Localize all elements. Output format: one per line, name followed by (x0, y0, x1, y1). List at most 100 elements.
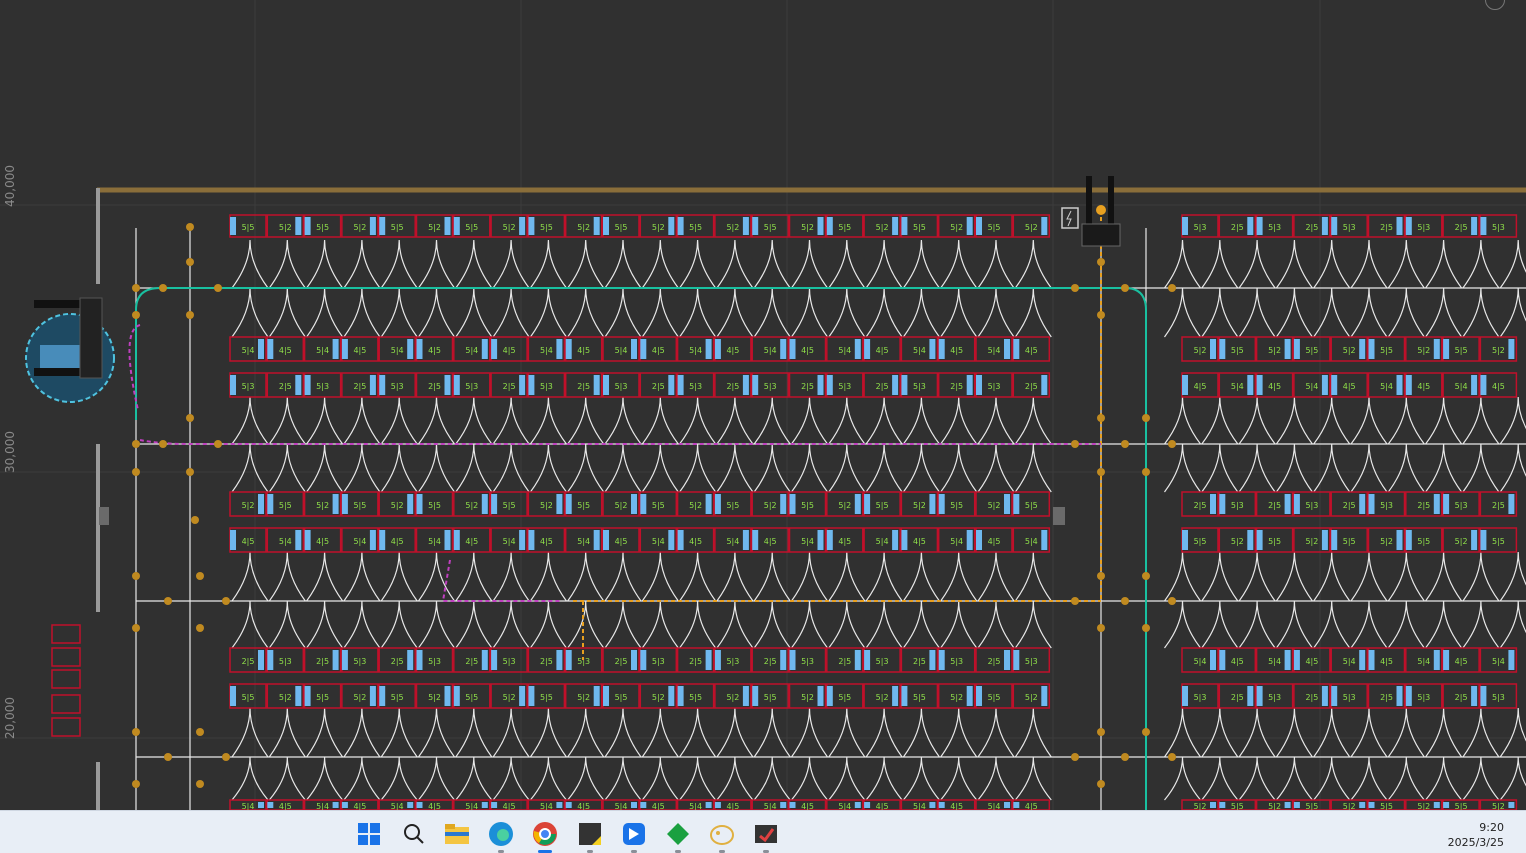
shelf-pallet (1331, 686, 1338, 706)
forklift-robot-top[interactable] (1081, 176, 1121, 247)
shelf-code: 5|2 (279, 693, 292, 702)
shelf-code: 5|2 (1417, 802, 1430, 810)
shelf-pallet (714, 650, 721, 670)
shelf-pallet (603, 217, 609, 235)
lane-branch (828, 396, 866, 445)
file-explorer-icon[interactable] (444, 821, 470, 847)
shelf-pallet (640, 494, 647, 514)
shelf-code: 5|4 (503, 537, 516, 546)
shelf-pallet (1471, 217, 1478, 235)
lane-branch (1462, 600, 1500, 649)
shelf-code: 5|5 (1305, 802, 1318, 810)
path-node (1097, 311, 1105, 319)
system-clock[interactable]: 9:20 2025/3/25 (1448, 820, 1504, 850)
shelf-pallet (304, 375, 311, 395)
lane-branch (529, 756, 567, 801)
shelf-pallet (1396, 530, 1403, 550)
start-icon[interactable] (356, 821, 382, 847)
shelf-code: 4|5 (242, 537, 255, 546)
lane-branch (977, 756, 1015, 801)
lane-branch (231, 551, 269, 602)
lane-branch (753, 707, 791, 758)
shelf-pallet (556, 494, 563, 514)
shelf-pallet (295, 217, 302, 235)
lane-branch (231, 287, 269, 338)
shelf-pallet (714, 802, 721, 808)
lane-branch (604, 707, 642, 758)
route-teal-left (135, 287, 161, 420)
shelf-code: 2|5 (391, 657, 404, 666)
forklift-robot-left[interactable] (25, 297, 115, 403)
shelf-code: 5|5 (913, 223, 926, 232)
path-node (132, 624, 140, 632)
lane-branch (343, 707, 381, 758)
app-yellow-icon[interactable] (709, 821, 735, 853)
path-node (1097, 258, 1105, 266)
lane-branch (418, 707, 455, 758)
lane-branch (306, 443, 344, 493)
search-icon[interactable] (401, 821, 427, 847)
shelf-pallet (519, 530, 526, 550)
shelf-code: 5|3 (1268, 223, 1281, 232)
shelf-pallet (407, 494, 414, 514)
shelf-pallet (332, 802, 339, 808)
lane-branch (716, 396, 754, 445)
lane-branch (1387, 707, 1425, 758)
path-node (1071, 753, 1079, 761)
shelf-pallet (640, 339, 647, 359)
lane-branch (716, 551, 754, 602)
lane-branch (418, 239, 455, 289)
chrome-icon[interactable] (532, 821, 558, 853)
lane-branch (529, 600, 567, 649)
lane-branch (902, 756, 940, 801)
shelf-code: 5|5 (913, 693, 926, 702)
shelf-pallet (258, 650, 264, 670)
shelf-code: 5|4 (1380, 382, 1393, 391)
edge-icon[interactable] (488, 821, 514, 853)
path-node (132, 780, 140, 788)
shelf-code: 4|5 (988, 537, 1001, 546)
shelf-pallet (341, 802, 348, 808)
lane-branch (865, 443, 903, 493)
sticky-notes-icon[interactable] (577, 821, 603, 853)
shelf-code: 5|5 (1455, 346, 1468, 355)
shelf-pallet (864, 650, 871, 670)
lane-branch (567, 600, 605, 649)
shelf-code: 5|2 (353, 693, 366, 702)
app-blue-icon[interactable] (621, 821, 647, 853)
shelf-pallet (1219, 339, 1226, 359)
shelf-pallet (379, 530, 386, 550)
path-node (214, 284, 222, 292)
shelf-code: 5|3 (391, 382, 404, 391)
lane-branch (679, 287, 717, 338)
lane-branch (1201, 600, 1239, 649)
lane-branch (306, 551, 344, 602)
lane-branch (306, 600, 344, 649)
shelf-pallet (1013, 650, 1020, 670)
shelf-code: 2|5 (465, 657, 478, 666)
shelf-pallet (1219, 802, 1226, 808)
lane-branch (1462, 443, 1500, 493)
shelf-pallet (854, 339, 861, 359)
shelf-code: 5|3 (615, 382, 628, 391)
shelf-pallet (491, 802, 498, 808)
app-screenshot-icon[interactable] (753, 821, 779, 853)
lane-branch (902, 707, 940, 758)
lane-branch (641, 287, 679, 338)
shelf-code: 5|3 (950, 657, 963, 666)
lane-branch (529, 707, 567, 758)
lane-branch (529, 287, 567, 338)
shelf-code: 5|3 (353, 657, 366, 666)
shelf-code: 5|5 (838, 223, 851, 232)
lane-branch (1425, 707, 1463, 758)
path-node (1142, 624, 1150, 632)
app-green-icon[interactable] (665, 821, 691, 853)
warehouse-map[interactable]: 5|5 5|2 5|5 5|2 5|5 5|2 5|5 5|2 5|5 5|2 5|5 5|2 5|5 5… (0, 0, 1526, 810)
shelf-pallet (593, 217, 600, 235)
shelf-pallet (1013, 339, 1020, 359)
shelf-code: 5|4 (652, 537, 665, 546)
path-node (1097, 624, 1105, 632)
shelf-pallet (631, 802, 637, 808)
path-node (164, 753, 172, 761)
lane-branch (231, 443, 269, 493)
